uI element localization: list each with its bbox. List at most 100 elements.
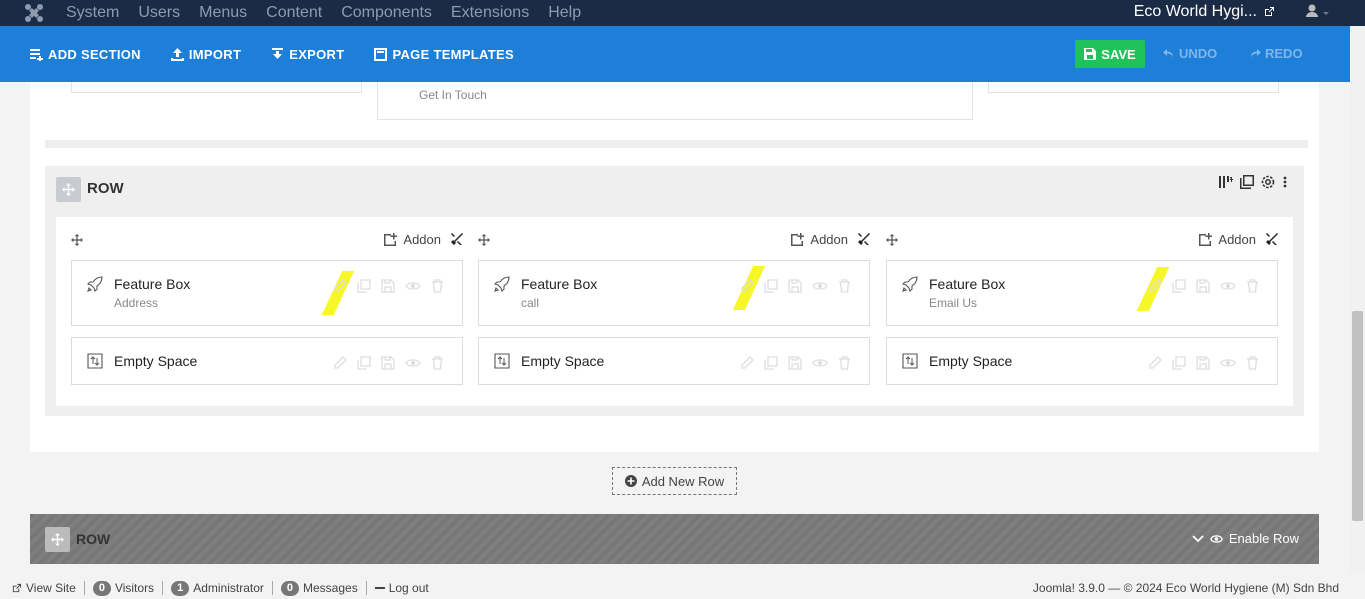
addon-empty-space[interactable]: Empty Space [886,337,1278,385]
column-settings-icon[interactable] [858,233,870,245]
admin-top-nav: System Users Menus Content Components Ex… [0,0,1365,26]
edit-icon[interactable] [740,356,754,370]
addon-empty-space[interactable]: Empty Space [71,337,463,385]
addon-empty-space[interactable]: Empty Space [478,337,870,385]
scrollbar-thumb[interactable] [1352,311,1363,521]
more-options-icon[interactable] [1282,175,1288,189]
export-button[interactable]: EXPORT [271,47,344,62]
trash-icon[interactable] [1246,356,1259,370]
addon-feature-box[interactable]: Feature Box Email Us [886,260,1278,326]
copy-icon[interactable] [1172,356,1186,370]
row-drag-handle[interactable] [56,177,81,202]
site-name-link[interactable]: Eco World Hygi... [1134,3,1275,21]
rocket-icon [902,276,918,292]
trash-icon[interactable] [838,279,851,293]
copy-icon[interactable] [357,279,371,293]
export-label: EXPORT [289,46,345,62]
enable-row-button[interactable]: Enable Row [1192,531,1299,546]
menu-help[interactable]: Help [548,4,581,22]
save-addon-icon[interactable] [788,279,802,293]
external-link-icon [12,583,22,592]
save-button[interactable]: SAVE [1075,40,1145,68]
copy-icon[interactable] [764,356,778,370]
logout-link[interactable]: Log out [367,581,437,595]
page-templates-label: PAGE TEMPLATES [392,46,514,62]
gear-icon[interactable] [1261,175,1275,189]
column-header: Addon [71,227,463,252]
column-settings-icon[interactable] [1266,233,1278,245]
trash-icon[interactable] [838,356,851,370]
save-addon-icon[interactable] [381,279,395,293]
save-addon-icon[interactable] [1196,356,1210,370]
row-columns-area: Addon Feature Box Address Empty Space Ad… [56,217,1293,406]
eye-icon[interactable] [1220,356,1236,370]
eye-icon[interactable] [405,356,421,370]
redo-button[interactable]: REDO [1249,46,1303,61]
copy-icon[interactable] [1172,279,1186,293]
row-drag-handle[interactable] [45,527,70,552]
column-2: Addon Feature Box call Empty Space [478,217,870,406]
column-move-icon[interactable] [478,234,490,246]
row-container: ROW Addon Feature Box Address Empty Spac… [45,166,1304,416]
administrator-status[interactable]: 1 Administrator [163,580,273,596]
addon-title: Empty Space [521,353,605,369]
edit-icon[interactable] [740,279,754,293]
view-site-link[interactable]: View Site [0,581,85,595]
copy-icon[interactable] [764,279,778,293]
user-icon [1306,4,1329,17]
save-addon-icon[interactable] [1196,279,1210,293]
column-move-icon[interactable] [71,234,83,246]
page-templates-button[interactable]: PAGE TEMPLATES [374,46,514,62]
rocket-icon [87,276,103,292]
chevron-down-icon[interactable] [1192,534,1204,543]
menu-menus[interactable]: Menus [199,4,247,22]
trash-icon[interactable] [431,279,444,293]
add-addon-button[interactable]: Addon [790,232,848,247]
menu-extensions[interactable]: Extensions [451,4,529,22]
edit-icon[interactable] [1148,279,1162,293]
duplicate-icon[interactable] [1240,175,1254,189]
add-section-button[interactable]: ADD SECTION [30,47,141,62]
menu-system[interactable]: System [66,4,119,22]
eye-icon[interactable] [812,279,828,293]
column-1: Addon Feature Box Address Empty Space [71,217,463,406]
visitors-count-badge: 0 [92,580,111,596]
addon-title: Feature Box [929,276,1006,292]
addon-feature-box[interactable]: Feature Box call [478,260,870,326]
menu-components[interactable]: Components [341,4,432,22]
save-addon-icon[interactable] [788,356,802,370]
undo-button[interactable]: UNDO [1163,46,1217,61]
eye-icon[interactable] [1220,279,1236,293]
visitors-status[interactable]: 0 Visitors [85,580,164,596]
add-addon-icon [791,232,805,246]
columns-icon[interactable] [1219,175,1233,189]
eye-icon[interactable] [812,356,828,370]
row-toolbar [1219,175,1288,189]
column-settings-icon[interactable] [451,233,463,245]
addon-feature-box[interactable]: Feature Box Address [71,260,463,326]
undo-label: UNDO [1179,46,1218,61]
eye-icon[interactable] [405,279,421,293]
trash-icon[interactable] [431,356,444,370]
edit-icon[interactable] [1148,356,1162,370]
column-move-icon[interactable] [886,234,898,246]
trash-icon[interactable] [1246,279,1259,293]
menu-content[interactable]: Content [266,4,322,22]
page-scrollbar[interactable] [1350,26,1365,574]
add-addon-button[interactable]: Addon [383,232,441,247]
edit-icon[interactable] [333,279,347,293]
edit-icon[interactable] [333,356,347,370]
copy-icon[interactable] [357,356,371,370]
save-addon-icon[interactable] [381,356,395,370]
add-addon-button[interactable]: Addon [1198,232,1256,247]
previous-addon-subtitle: Get In Touch [419,88,487,102]
add-new-row-button[interactable]: Add New Row [612,467,737,495]
joomla-logo-icon[interactable] [23,2,45,24]
add-section-label: ADD SECTION [48,46,141,62]
undo-icon [1163,48,1173,57]
menu-users[interactable]: Users [138,4,180,22]
import-button[interactable]: IMPORT [170,47,241,62]
add-addon-label: Addon [810,232,848,247]
messages-status[interactable]: 0 Messages [273,580,367,596]
user-menu[interactable] [1305,4,1331,25]
